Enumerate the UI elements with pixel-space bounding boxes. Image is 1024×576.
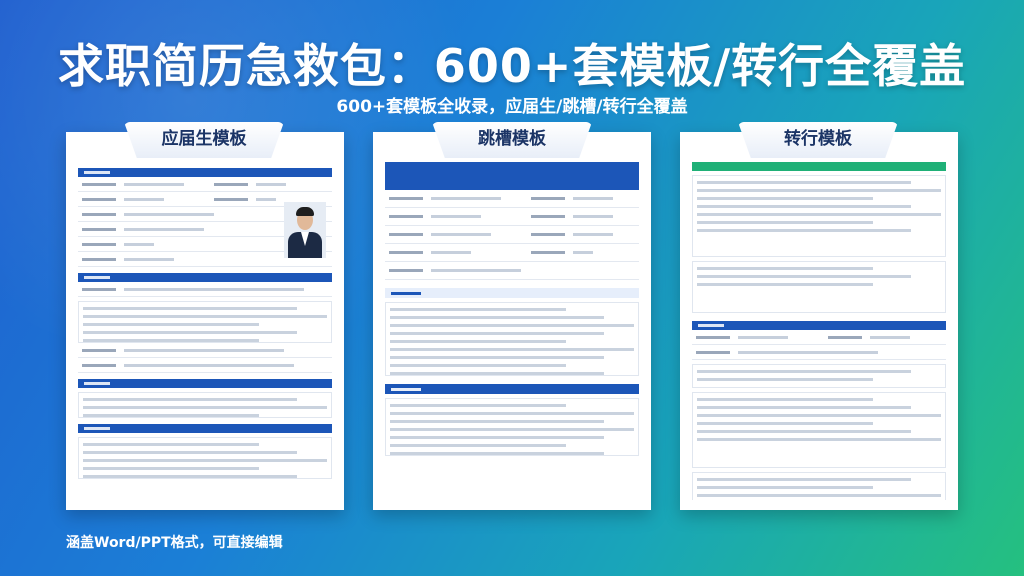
- job-change-template-card[interactable]: [373, 132, 651, 510]
- tab-career-switch-template[interactable]: 转行模板: [738, 122, 898, 158]
- resume-preview-career-switch: [692, 162, 946, 500]
- promo-banner: 求职简历急救包：600+套模板/转行全覆盖 600+套模板全收录，应届生/跳槽/…: [0, 0, 1024, 576]
- graduate-template-card[interactable]: [66, 132, 344, 510]
- format-note: 涵盖Word/PPT格式，可直接编辑: [66, 535, 283, 551]
- subheadline: 600+套模板全收录，应届生/跳槽/转行全覆盖: [336, 97, 688, 117]
- resume-preview-graduate: [78, 162, 332, 500]
- tab-graduate-template[interactable]: 应届生模板: [124, 122, 284, 158]
- tab-job-change-template[interactable]: 跳槽模板: [432, 122, 592, 158]
- portrait-photo: [284, 202, 326, 258]
- resume-preview-job-change: [385, 162, 639, 500]
- career-switch-template-card[interactable]: [680, 132, 958, 510]
- headline: 求职简历急救包：600+套模板/转行全覆盖: [57, 39, 967, 93]
